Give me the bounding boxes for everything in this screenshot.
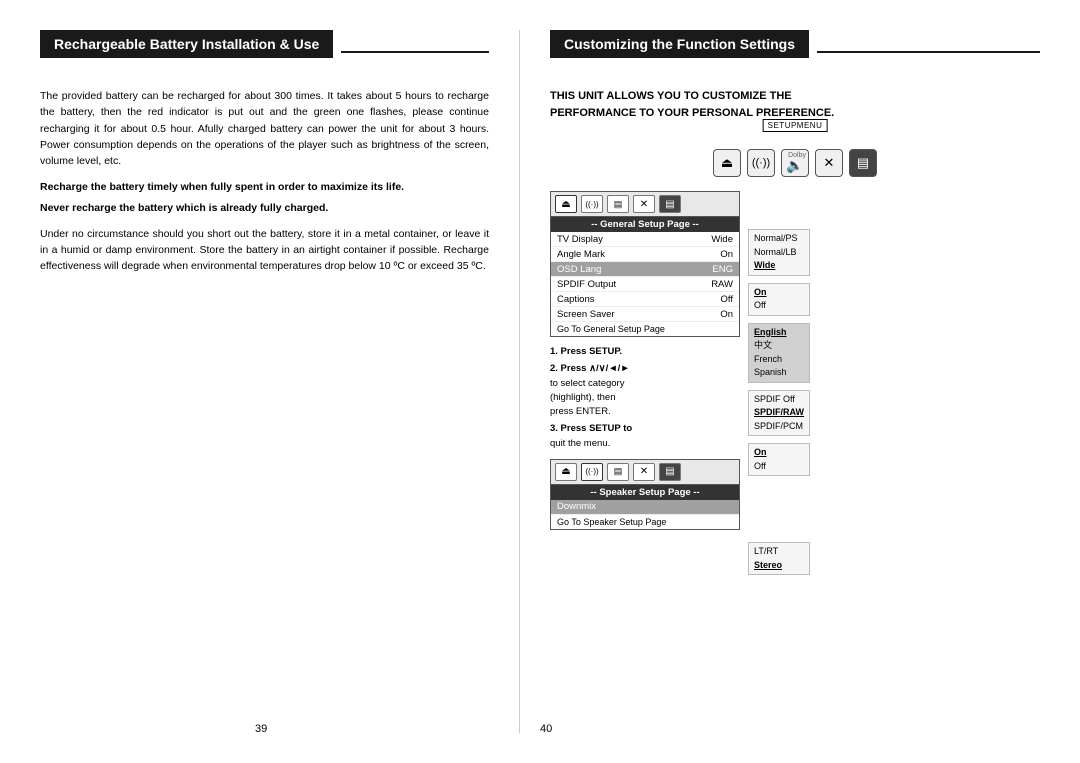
instruction-1: 1. Press SETUP. [550, 345, 740, 359]
left-bold2: Never recharge the battery which is alre… [40, 200, 489, 216]
left-title-wrapper: Rechargeable Battery Installation & Use [40, 30, 489, 74]
side-item-off-ss: Off [754, 460, 804, 474]
screens-column: ⏏ ((·)) ▤ ✕ ▤ -- General Setup Page -- T… [550, 191, 740, 575]
left-section-title: Rechargeable Battery Installation & Use [40, 30, 333, 58]
side-item-spanish: Spanish [754, 366, 804, 380]
side-group-spdif: SPDIF Off SPDIF/RAW SPDIF/PCM [748, 390, 810, 437]
left-para1: The provided battery can be recharged fo… [40, 88, 489, 169]
side-item-english: English [754, 326, 804, 340]
side-item-off-angle: Off [754, 299, 804, 313]
remote-icon-menu: ▤ [849, 149, 877, 177]
side-item-french: French [754, 353, 804, 367]
general-setup-wrapper: ⏏ ((·)) ▤ ✕ ▤ -- General Setup Page -- T… [550, 191, 740, 337]
right-section-title: Customizing the Function Settings [550, 30, 809, 58]
side-item-spdif-raw: SPDIF/RAW [754, 406, 804, 420]
side-options: Normal/PS Normal/LB Wide On Off English … [748, 191, 810, 575]
side-item-spdif-off: SPDIF Off [754, 393, 804, 407]
g-icon-5: ▤ [659, 195, 681, 213]
instruction-2: 2. Press ∧/∨/◄/►to select category(highl… [550, 362, 740, 419]
instructions: 1. Press SETUP. 2. Press ∧/∨/◄/►to selec… [550, 345, 740, 451]
side-item-normalps: Normal/PS [754, 232, 804, 246]
speaker-setup-screen: ⏏ ((·)) ▤ ✕ ▤ -- Speaker Setup Page -- D… [550, 459, 740, 530]
setup-row-angle: Angle Mark On [551, 247, 739, 262]
general-icons-row: ⏏ ((·)) ▤ ✕ ▤ [551, 192, 739, 217]
left-bold1: Recharge the battery timely when fully s… [40, 179, 489, 195]
setup-row-osd: OSD Lang ENG [551, 262, 739, 277]
setup-menu-label: SETUPMENU [763, 119, 828, 132]
remote-icon-audio: ((·)) [747, 149, 775, 177]
side-item-on-angle: On [754, 286, 804, 300]
side-item-stereo: Stereo [754, 559, 804, 573]
speaker-row-downmix: Downmix [551, 500, 739, 515]
speaker-setup-wrapper: ⏏ ((·)) ▤ ✕ ▤ -- Speaker Setup Page -- D… [550, 459, 740, 530]
s-icon-4: ✕ [633, 463, 655, 481]
g-icon-1: ⏏ [555, 195, 577, 213]
g-icon-3: ▤ [607, 195, 629, 213]
remote-icon-dolby: Dolby 🔈 [781, 149, 809, 177]
page-container: Rechargeable Battery Installation & Use … [0, 0, 1080, 763]
go-to-general: Go To General Setup Page [551, 322, 739, 336]
remote-icon-x: ✕ [815, 149, 843, 177]
general-setup-screen: ⏏ ((·)) ▤ ✕ ▤ -- General Setup Page -- T… [550, 191, 740, 337]
speaker-icons-row: ⏏ ((·)) ▤ ✕ ▤ [551, 460, 739, 485]
side-item-normallb: Normal/LB [754, 246, 804, 260]
side-group-angle: On Off [748, 283, 810, 316]
s-icon-1: ⏏ [555, 463, 577, 481]
intro-text: THIS UNIT ALLOWS YOU TO CUSTOMIZE THE PE… [550, 88, 1040, 121]
setup-row-tv: TV Display Wide [551, 232, 739, 247]
right-title-wrapper: Customizing the Function Settings [550, 30, 1040, 74]
page-number-right: 40 [540, 723, 552, 735]
go-to-speaker: Go To Speaker Setup Page [551, 515, 739, 529]
side-item-spdif-pcm: SPDIF/PCM [754, 420, 804, 434]
side-group-lang: English 中文 French Spanish [748, 323, 810, 383]
side-group-tv: Normal/PS Normal/LB Wide [748, 229, 810, 276]
setup-row-captions: Captions Off [551, 292, 739, 307]
s-icon-5: ▤ [659, 463, 681, 481]
side-item-on-ss: On [754, 446, 804, 460]
left-panel: Rechargeable Battery Installation & Use … [40, 30, 520, 733]
g-icon-2: ((·)) [581, 195, 603, 213]
side-group-screensaver: On Off [748, 443, 810, 476]
left-para2: Under no circumstance should you short o… [40, 226, 489, 275]
instruction-3: 3. Press SETUP toquit the menu. [550, 422, 740, 451]
setup-row-spdif: SPDIF Output RAW [551, 277, 739, 292]
right-panel: Customizing the Function Settings THIS U… [520, 30, 1040, 733]
general-setup-header: -- General Setup Page -- [551, 217, 739, 232]
g-icon-4: ✕ [633, 195, 655, 213]
s-icon-3: ▤ [607, 463, 629, 481]
s-icon-2: ((·)) [581, 463, 603, 481]
speaker-setup-header: -- Speaker Setup Page -- [551, 485, 739, 500]
remote-icon-eject: ⏏ [713, 149, 741, 177]
side-item-ltrt: LT/RT [754, 545, 804, 559]
side-item-wide: Wide [754, 259, 804, 273]
page-number-left: 39 [255, 723, 267, 735]
setup-row-screensaver: Screen Saver On [551, 307, 739, 322]
side-item-chinese: 中文 [754, 339, 804, 353]
main-right-content: ⏏ ((·)) ▤ ✕ ▤ -- General Setup Page -- T… [550, 191, 1040, 575]
side-group-downmix: LT/RT Stereo [748, 542, 810, 575]
remote-icons-row: ⏏ ((·)) Dolby 🔈 ✕ ▤ [713, 149, 877, 177]
